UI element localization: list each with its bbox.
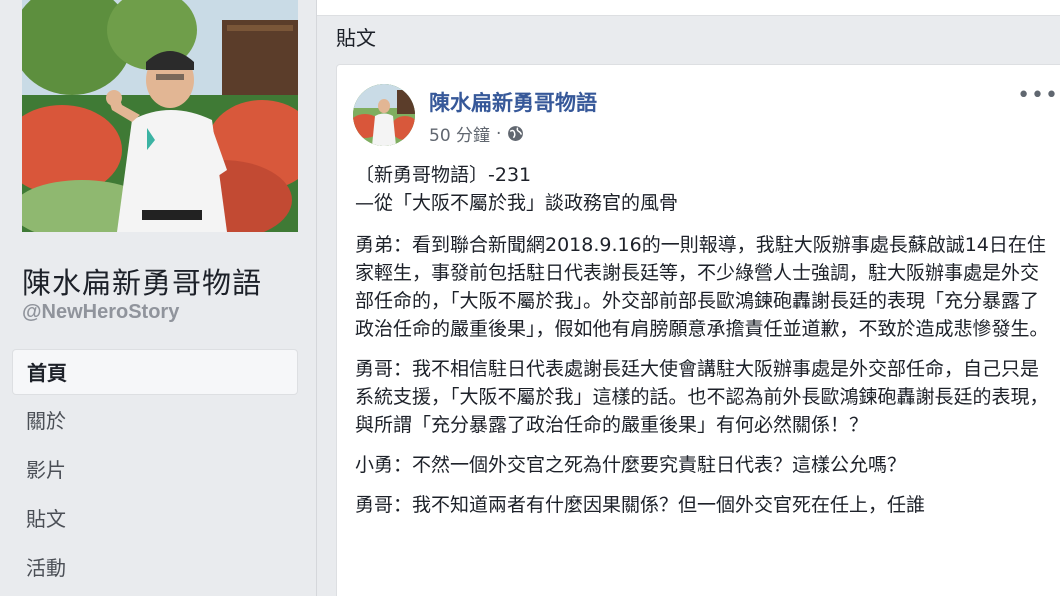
more-options-icon[interactable]: •••: [1017, 83, 1059, 108]
post-paragraph: 勇哥：我不知道兩者有什麼因果關係？但一個外交官死在任上，任誰: [355, 494, 926, 516]
post-time[interactable]: 50 分鐘: [429, 121, 490, 146]
post-meta: 50 分鐘 ·: [429, 121, 524, 146]
post-author[interactable]: 陳水扁新勇哥物語: [429, 87, 597, 117]
post-body: 〔新勇哥物語〕-231 —從「大阪不屬於我」談政務官的風骨 勇弟：看到聯合新聞網…: [355, 161, 1055, 531]
section-title: 貼文: [336, 26, 376, 50]
nav-item-about[interactable]: 關於: [12, 398, 298, 444]
profile-photo-image: [22, 0, 298, 232]
page-name[interactable]: 陳水扁新勇哥物語: [22, 260, 262, 302]
post-avatar[interactable]: [353, 84, 415, 146]
section-top-edge: [317, 0, 1060, 16]
nav-item-events[interactable]: 活動: [12, 545, 298, 591]
facebook-page: 陳水扁新勇哥物語 @NewHeroStory 首頁 關於 影片 貼文 活動 貼文: [0, 0, 1060, 596]
post-headline: 〔新勇哥物語〕-231 —從「大阪不屬於我」談政務官的風骨: [355, 161, 1055, 217]
page-handle[interactable]: @NewHeroStory: [22, 301, 179, 324]
post-headline-line-2: —從「大阪不屬於我」談政務官的風骨: [355, 192, 679, 214]
page-sidebar: 陳水扁新勇哥物語 @NewHeroStory 首頁 關於 影片 貼文 活動: [0, 0, 316, 596]
globe-icon[interactable]: [507, 125, 524, 142]
page-nav: 首頁 關於 影片 貼文 活動: [12, 349, 298, 594]
main-content: 貼文 陳水扁新勇哥物語 50 分鐘 · ••• 〔新勇哥物語〕-231 —從「大…: [317, 0, 1060, 596]
nav-item-posts[interactable]: 貼文: [12, 496, 298, 542]
post-paragraph: 勇哥：我不相信駐日代表處謝長廷大使會講駐大阪辦事處是外交部任命，自己只是系統支援…: [355, 358, 1049, 436]
nav-item-videos[interactable]: 影片: [12, 447, 298, 493]
avatar-image: [353, 84, 415, 146]
nav-item-home[interactable]: 首頁: [12, 349, 298, 395]
profile-photo[interactable]: [22, 0, 298, 232]
post-paragraph: 小勇：不然一個外交官之死為什麼要究責駐日代表？這樣公允嗎？: [355, 454, 907, 476]
meta-separator: ·: [496, 123, 502, 144]
post-paragraph: 勇弟：看到聯合新聞網2018.9.16的一則報導，我駐大阪辦事處長蘇啟誠14日在…: [355, 234, 1049, 340]
post-card: 陳水扁新勇哥物語 50 分鐘 · ••• 〔新勇哥物語〕-231 —從「大阪不屬…: [336, 64, 1060, 596]
post-headline-line-1: 〔新勇哥物語〕-231: [355, 164, 532, 186]
